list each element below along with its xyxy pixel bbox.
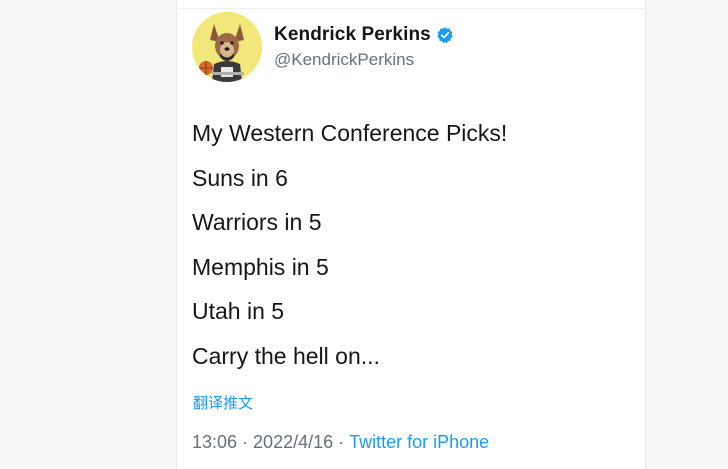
verified-badge-icon (437, 27, 453, 44)
tweet-line: My Western Conference Picks! (192, 120, 508, 146)
author-info: Kendrick Perkins @KendrickPerkins (274, 24, 454, 70)
cartoon-dog-avatar-icon (192, 12, 262, 82)
tweet-date[interactable]: 2022/4/16 (253, 432, 333, 452)
display-name-row: Kendrick Perkins (274, 24, 454, 46)
tweet-line: Warriors in 5 (192, 209, 322, 235)
handle[interactable]: @KendrickPerkins (274, 50, 454, 70)
tweet-line: Suns in 6 (192, 164, 288, 191)
translate-tweet-link[interactable]: 翻译推文 (193, 392, 253, 413)
tweet-line: Utah in 5 (192, 298, 285, 324)
tweet-meta: 13:06 · 2022/4/16 · Twitter for iPhone (192, 432, 489, 453)
meta-separator: · (338, 432, 345, 452)
tweet-line: Carry the hell on... (192, 342, 380, 369)
display-name[interactable]: Kendrick Perkins (274, 24, 431, 46)
tweet-source-link[interactable]: Twitter for iPhone (349, 432, 489, 452)
tweet-text: My Western Conference Picks! Suns in 6 W… (192, 114, 507, 381)
meta-separator: · (242, 432, 249, 452)
tweet-line: Memphis in 5 (192, 253, 329, 280)
tweet-time[interactable]: 13:06 (192, 432, 237, 452)
tweet-header: Kendrick Perkins @KendrickPerkins (192, 12, 454, 82)
divider (176, 8, 646, 9)
avatar[interactable] (192, 12, 262, 82)
